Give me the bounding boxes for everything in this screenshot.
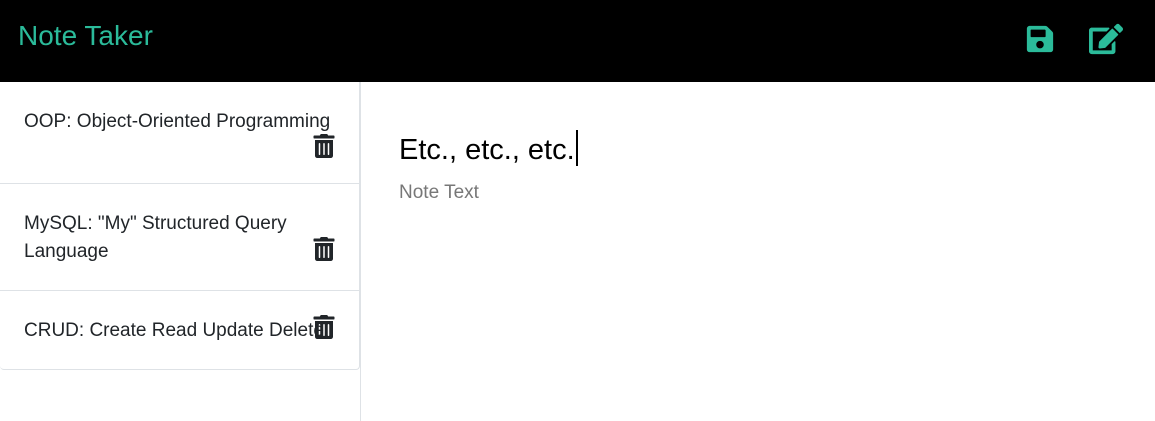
note-title: MySQL: "My" Structured Query Language — [24, 213, 287, 262]
trash-icon[interactable] — [313, 134, 335, 158]
note-title: OOP: Object-Oriented Programming — [24, 111, 331, 132]
list-item[interactable]: MySQL: "My" Structured Query Language — [0, 183, 359, 290]
note-title: CRUD: Create Read Update Delete — [24, 320, 324, 341]
note-editor — [361, 82, 1155, 421]
note-list: OOP: Object-Oriented Programming MySQL: … — [0, 82, 360, 370]
list-item[interactable]: OOP: Object-Oriented Programming — [0, 82, 359, 183]
note-text-textarea[interactable] — [399, 182, 1099, 382]
navbar: Note Taker — [0, 0, 1155, 82]
new-note-button[interactable] — [1089, 22, 1123, 56]
trash-icon[interactable] — [313, 315, 335, 339]
list-item[interactable]: CRUD: Create Read Update Delete — [0, 290, 359, 369]
sidebar: OOP: Object-Oriented Programming MySQL: … — [0, 82, 361, 421]
app-title[interactable]: Note Taker — [18, 19, 153, 53]
trash-icon[interactable] — [313, 237, 335, 261]
save-icon — [1026, 25, 1054, 53]
save-note-button[interactable] — [1023, 22, 1057, 56]
pen-square-icon — [1089, 23, 1123, 55]
text-cursor — [575, 130, 578, 166]
note-title-input[interactable] — [399, 130, 1099, 170]
